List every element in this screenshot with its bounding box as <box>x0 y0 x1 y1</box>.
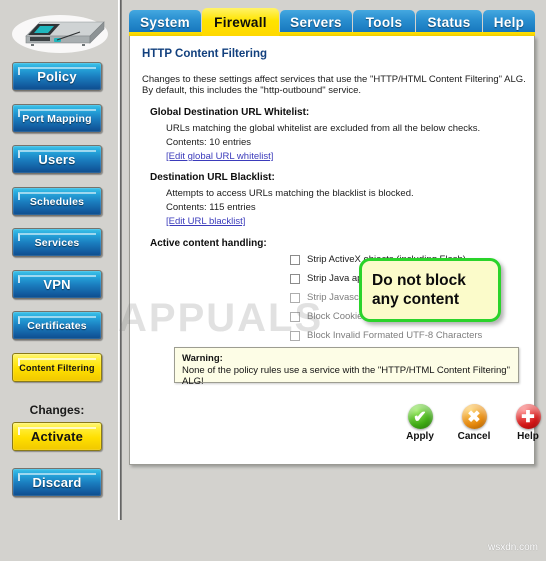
blacklist-desc: Attempts to access URLs matching the bla… <box>166 188 414 199</box>
edit-url-blacklist-link[interactable]: [Edit URL blacklist] <box>166 216 245 227</box>
tab-bar: System Firewall Servers Tools Status Hel… <box>129 8 535 36</box>
warning-title: Warning: <box>182 353 223 364</box>
active-content-heading: Active content handling: <box>150 238 267 249</box>
tab-label: System <box>140 14 190 30</box>
sidebar-item-label: VPN <box>43 277 71 292</box>
cancel-button-label: Cancel <box>457 431 491 442</box>
sidebar-item-certificates[interactable]: Certificates <box>12 311 102 340</box>
checkbox-block-cookies[interactable] <box>290 311 300 322</box>
tab-tools[interactable]: Tools <box>353 10 415 34</box>
checkbox-label: Block Invalid Formated UTF-8 Characters <box>307 330 483 341</box>
site-watermark: wsxdn.com <box>487 542 538 553</box>
sidebar-item-vpn[interactable]: VPN <box>12 270 102 299</box>
close-circle-icon: ✖ <box>461 404 487 429</box>
apply-button-label: Apply <box>406 431 434 442</box>
whitelist-heading: Global Destination URL Whitelist: <box>150 107 310 118</box>
help-button-label: Help <box>517 431 539 442</box>
tab-firewall[interactable]: Firewall <box>202 8 279 36</box>
apply-button[interactable]: ✔ Apply <box>400 404 440 442</box>
tab-status[interactable]: Status <box>416 10 482 34</box>
tab-label: Help <box>493 14 525 30</box>
main-panel: System Firewall Servers Tools Status Hel… <box>129 8 541 465</box>
checkbox-strip-activex[interactable] <box>290 254 300 265</box>
page-title: HTTP Content Filtering <box>142 48 268 60</box>
sidebar: Policy Port Mapping Users Schedules Serv… <box>0 0 118 561</box>
intro-line-2: By default, this includes the "http-outb… <box>142 85 362 96</box>
checkbox-block-invalid-utf8[interactable] <box>290 330 300 341</box>
annotation-callout: Do not block any content <box>359 258 501 322</box>
annotation-text: Do not block any content <box>372 271 466 309</box>
blacklist-heading: Destination URL Blacklist: <box>150 172 275 183</box>
annotation-line-1: Do not block <box>372 272 466 289</box>
sidebar-item-port-mapping[interactable]: Port Mapping <box>12 104 102 133</box>
discard-button-label: Discard <box>32 475 82 490</box>
sidebar-item-policy[interactable]: Policy <box>12 62 102 91</box>
sidebar-item-label: Users <box>38 152 76 167</box>
sidebar-item-label: Content Filtering <box>19 362 95 373</box>
whitelist-contents: Contents: 10 entries <box>166 137 252 148</box>
sidebar-item-users[interactable]: Users <box>12 145 102 174</box>
tab-servers[interactable]: Servers <box>280 10 352 34</box>
sidebar-item-label: Certificates <box>27 319 87 332</box>
tab-system[interactable]: System <box>129 10 201 34</box>
checkbox-row-block-invalid-utf8[interactable]: Block Invalid Formated UTF-8 Characters <box>290 330 482 341</box>
plus-circle-icon: ✚ <box>515 404 541 429</box>
checkbox-strip-javascript[interactable] <box>290 292 300 303</box>
warning-text: None of the policy rules use a service w… <box>182 365 510 387</box>
tab-help[interactable]: Help <box>483 10 535 34</box>
tab-label: Tools <box>365 14 403 30</box>
edit-global-url-whitelist-link[interactable]: [Edit global URL whitelist] <box>166 151 273 162</box>
discard-button[interactable]: Discard <box>12 468 102 497</box>
sidebar-item-label: Policy <box>37 69 77 84</box>
firewall-appliance-image <box>12 15 108 53</box>
tab-label: Status <box>427 14 471 30</box>
checkbox-strip-java-applets[interactable] <box>290 273 300 284</box>
intro-line-1: Changes to these settings affect service… <box>142 74 526 85</box>
content-card: HTTP Content Filtering Changes to these … <box>129 36 541 465</box>
blacklist-contents: Contents: 115 entries <box>166 202 256 213</box>
sidebar-item-services[interactable]: Services <box>12 228 102 257</box>
cancel-button[interactable]: ✖ Cancel <box>454 404 494 442</box>
sidebar-divider <box>118 0 122 520</box>
check-circle-icon: ✔ <box>407 404 433 429</box>
sidebar-item-label: Port Mapping <box>22 112 92 125</box>
action-buttons: ✔ Apply ✖ Cancel ✚ Help <box>400 404 546 442</box>
sidebar-item-label: Services <box>34 236 80 249</box>
checkbox-row-block-cookies[interactable]: Block Cookies <box>290 311 367 322</box>
warning-box: Warning: None of the policy rules use a … <box>174 347 519 387</box>
tab-label: Servers <box>290 14 342 30</box>
sidebar-item-content-filtering[interactable]: Content Filtering <box>12 353 102 382</box>
whitelist-desc: URLs matching the global whitelist are e… <box>166 123 481 134</box>
tab-label: Firewall <box>214 14 267 30</box>
sidebar-item-label: Schedules <box>29 195 85 208</box>
sidebar-item-schedules[interactable]: Schedules <box>12 187 102 216</box>
activate-button-label: Activate <box>30 429 84 444</box>
help-button[interactable]: ✚ Help <box>508 404 546 442</box>
activate-button[interactable]: Activate <box>12 422 102 451</box>
annotation-line-2: any content <box>372 291 459 308</box>
changes-label: Changes: <box>29 403 85 417</box>
